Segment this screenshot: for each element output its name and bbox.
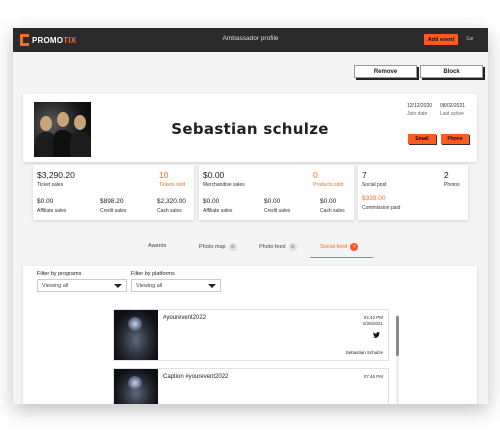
tab-photo-map-label: Photo map [199, 244, 226, 250]
last-active-date: 08/02/2021 [440, 103, 466, 109]
tab-social-feed-label: Social feed [320, 244, 348, 250]
remove-button[interactable]: Remove [354, 65, 417, 78]
merch-credit-value: $0.00 [264, 198, 281, 205]
active-tab-indicator [310, 257, 373, 258]
merch-affiliate-label: Affiliate sales [203, 208, 233, 214]
merch-cash-label: Cash sales [320, 208, 345, 214]
post-date: 5/28/2021 [362, 321, 383, 326]
add-event-button[interactable]: Add event [424, 34, 458, 45]
post-image [114, 310, 158, 360]
chevron-down-icon [114, 284, 122, 288]
ticket-affiliate-label: Affiliate sales [37, 208, 67, 214]
merch-sales-label: Merchandise sales [203, 182, 245, 188]
feed-post[interactable]: Caption #yourevent2022 07:46 PM [113, 368, 389, 404]
tab-awards[interactable]: Awards [148, 243, 166, 249]
tickets-sold-value: 10 [159, 170, 169, 180]
photos-label: Photos [444, 182, 460, 188]
post-time: 07:46 PM [363, 374, 383, 379]
join-date-block: 12/12/2020 Join date [407, 102, 432, 118]
profile-card: Sebastian schulze 12/12/2020 Join date 0… [23, 94, 477, 162]
products-sold-value: 0 [313, 170, 318, 180]
last-active-block: 08/02/2021 Last active [440, 102, 465, 118]
post-author: Sebastian Schulze [345, 350, 383, 355]
programs-filter-label: Filter by programs [37, 271, 82, 277]
merch-cash-value: $0.00 [320, 198, 337, 205]
platforms-filter-value: Viewing all [136, 282, 163, 289]
post-timestamp: 04:42 PM 5/28/2021 [363, 315, 383, 327]
tab-photo-map-count: 0 [228, 243, 237, 251]
app-window: PROMOTIX Ambassador profile Add event Sa… [13, 28, 488, 404]
last-active-label: Last active [440, 111, 464, 117]
feed-post[interactable]: #yourevent2022 04:42 PM 5/28/2021 Sebast… [113, 309, 389, 361]
merch-stats-card: $0.00 Merchandise sales 0 Products sold … [199, 165, 354, 220]
merch-affiliate-value: $0.00 [203, 198, 220, 205]
block-button[interactable]: Block [420, 65, 483, 78]
social-stats-card: 7 Social post 2 Photos $339.00 Commissio… [358, 165, 468, 220]
programs-filter-value: Viewing all [42, 282, 69, 289]
tab-social-feed-count: 7 [350, 243, 359, 251]
chevron-down-icon [208, 284, 216, 288]
ticket-affiliate-value: $0.00 [37, 198, 54, 205]
post-image [114, 369, 158, 404]
ticket-sales-value: $3,290.20 [37, 170, 75, 180]
platforms-filter-select[interactable]: Viewing all [131, 279, 221, 292]
products-sold-label: Products sold [313, 182, 344, 188]
phone-button[interactable]: Phone [441, 134, 469, 144]
post-timestamp: 07:46 PM [364, 374, 383, 380]
post-caption: Caption #yourevent2022 [163, 374, 229, 380]
tab-awards-label: Awards [148, 243, 167, 249]
ticket-sales-label: Ticket sales [37, 182, 64, 188]
ticket-credit-label: Credit sales [100, 208, 127, 214]
twitter-icon [373, 332, 380, 340]
merch-sales-value: $0.00 [203, 170, 225, 180]
ticket-cash-label: Cash sales [157, 208, 182, 214]
top-bar: PROMOTIX Ambassador profile Add event Sa… [13, 28, 488, 52]
ticket-credit-value: $898.20 [100, 198, 124, 205]
tab-social-feed[interactable]: Social feed 7 [320, 243, 359, 251]
feed-scrollbar-thumb[interactable] [396, 316, 399, 356]
ticket-stats-card: $3,290.20 Ticket sales 10 Tickets sold $… [33, 165, 194, 220]
tab-photo-feed[interactable]: Photo feed 0 [259, 243, 297, 251]
programs-filter-select[interactable]: Viewing all [37, 279, 127, 292]
ticket-cash-value: $2,320.00 [157, 198, 186, 205]
email-button[interactable]: Email [408, 134, 436, 144]
tickets-sold-label: Tickets sold [159, 182, 186, 188]
merch-credit-label: Credit sales [264, 208, 291, 214]
platforms-filter-label: Filter by platforms [131, 271, 175, 277]
join-date-label: Join date [407, 111, 428, 117]
commission-value: $339.00 [362, 195, 386, 202]
post-caption: #yourevent2022 [163, 315, 207, 321]
user-menu[interactable]: Sar [466, 36, 474, 42]
tab-photo-feed-label: Photo feed [259, 244, 286, 250]
photos-value: 2 [444, 170, 449, 180]
page-title: Ambassador profile [222, 35, 279, 42]
tab-photo-feed-count: 0 [288, 243, 297, 251]
social-post-value: 7 [362, 170, 367, 180]
social-post-label: Social post [362, 182, 387, 188]
commission-label: Commission paid [362, 205, 401, 211]
join-date: 12/12/2020 [407, 103, 433, 109]
tab-photo-map[interactable]: Photo map 0 [199, 243, 237, 251]
